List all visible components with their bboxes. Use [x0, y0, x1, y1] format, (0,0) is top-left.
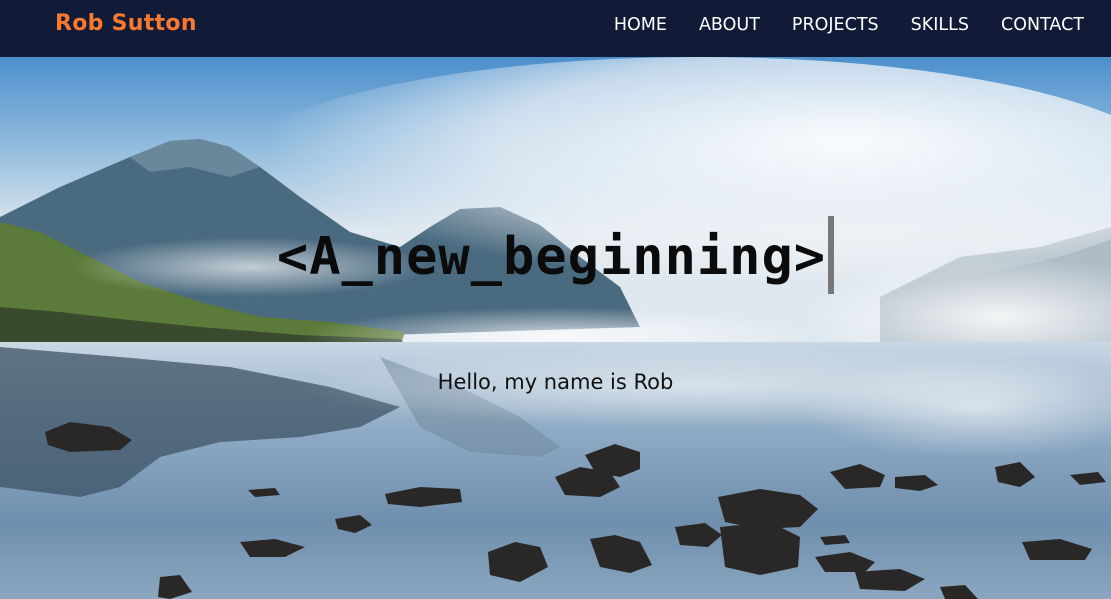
nav-links: HOME ABOUT PROJECTS SKILLS CONTACT	[582, 14, 1084, 36]
nav-projects-link[interactable]: PROJECTS	[792, 14, 879, 36]
navbar: Rob Sutton HOME ABOUT PROJECTS SKILLS CO…	[0, 0, 1111, 57]
headline: <A_new_beginning>	[0, 216, 1111, 294]
nav-contact-link[interactable]: CONTACT	[1001, 14, 1084, 36]
headline-text: <A_new_beginning>	[276, 227, 827, 287]
nav-skills-link[interactable]: SKILLS	[911, 14, 969, 36]
hero-subtitle: Hello, my name is Rob	[437, 370, 674, 394]
typing-cursor	[828, 216, 835, 294]
nav-home-link[interactable]: HOME	[614, 14, 667, 36]
brand-logo-link[interactable]: Rob Sutton	[55, 11, 197, 36]
nav-about-link[interactable]: ABOUT	[699, 14, 760, 36]
hero-section: <A_new_beginning> Hello, my name is Rob	[0, 57, 1111, 599]
hero-background-image	[0, 57, 1111, 599]
